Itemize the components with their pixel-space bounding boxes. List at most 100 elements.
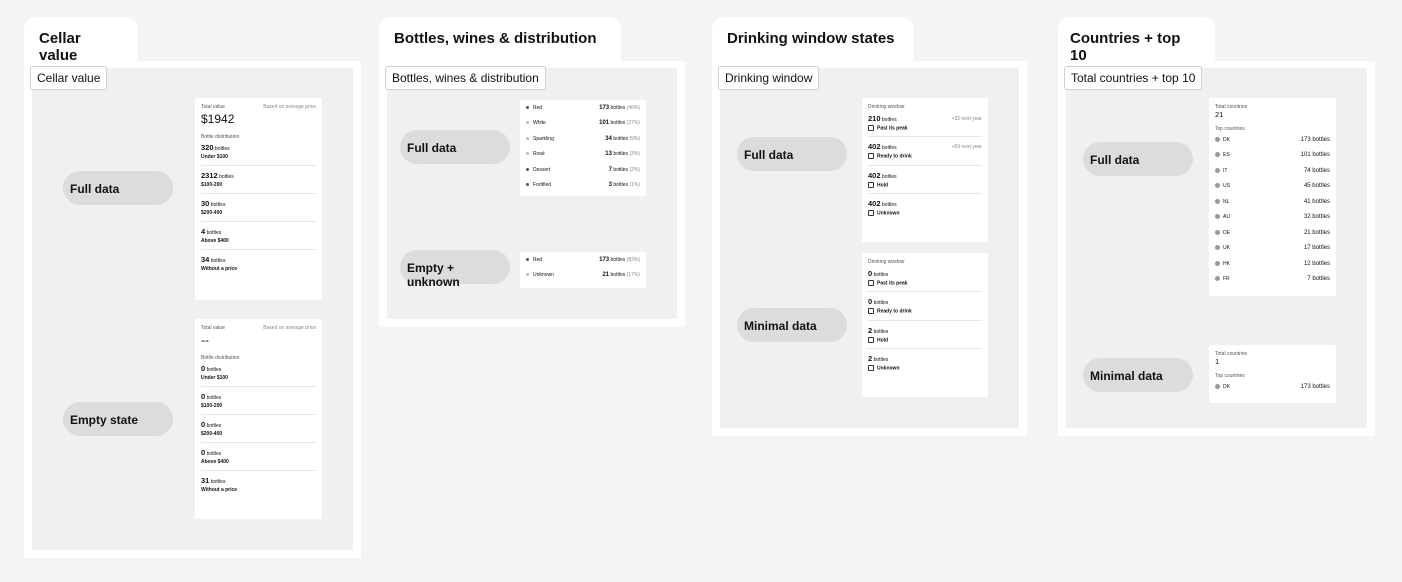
percentage: (17%) (626, 272, 640, 279)
row-header: 0 bottles (868, 269, 982, 278)
country-bottle-count: 7 bottles (1307, 276, 1330, 283)
bottles-label: Bottles, wines & distribution (385, 66, 546, 90)
bottle-count: 2312 bottles (201, 171, 316, 180)
count-unit: bottles (206, 367, 222, 373)
calendar-icon (868, 181, 874, 188)
row-header: 210 bottles +32 next year (868, 114, 982, 123)
count-value: 210 (868, 114, 881, 123)
wine-type-count: 34 bottles (9%) (605, 136, 640, 142)
wine-type: Fortified (526, 182, 551, 188)
window-status: Hold (868, 181, 982, 188)
row-divider (201, 386, 316, 387)
drinking-window-row: 402 bottles Hold (868, 171, 982, 188)
country-code: AU (1223, 214, 1230, 221)
percentage: (1%) (629, 182, 640, 189)
country-code: DE (1223, 229, 1230, 236)
country-rows: DK 173 bottles (1215, 379, 1330, 395)
country-rows: DK 173 bottles ES 101 bottles IT 74 bottles US… (1215, 132, 1330, 287)
calendar-icon (868, 280, 874, 286)
drinking-window-tab[interactable]: Drinking window states (712, 17, 914, 61)
state-minimal-data: Minimal data (1083, 358, 1193, 392)
country-row: AU 32 bottles (1215, 210, 1330, 226)
basis-note: Based on average price (263, 325, 316, 331)
window-status: Ready to drink (868, 308, 982, 315)
bottle-count: 0 bottles (868, 297, 888, 306)
row-divider (868, 164, 982, 166)
count-value: 402 (868, 170, 881, 180)
count-unit: bottles (206, 451, 222, 457)
row-divider (868, 347, 982, 349)
status-label: Unknown (877, 210, 900, 217)
bottle-count: 320 bottles (201, 143, 316, 152)
wine-type-name: Red (533, 104, 543, 111)
wine-color-dot-icon (526, 167, 529, 171)
drinking-window-card-full: Drinking window 210 bottles +32 next year… (862, 98, 988, 242)
wine-type-name: Fortified (533, 182, 552, 189)
wine-type-row: Red 173 bottles (83%) (526, 252, 640, 268)
country: HK (1215, 261, 1230, 267)
wine-type-rows: Red 173 bottles (83%) Unknown 21 bottles (1… (526, 252, 640, 283)
row-divider (868, 192, 982, 194)
country-flag-icon (1215, 245, 1220, 251)
next-year-note: +59 next year (951, 143, 982, 150)
country: ES (1215, 152, 1230, 158)
bottle-count: 30 bottles (201, 199, 316, 208)
country-row: DE 21 bottles (1215, 225, 1330, 241)
bottle-count: 2 bottles (868, 354, 888, 363)
country: FR (1215, 276, 1230, 282)
calendar-icon (868, 308, 874, 315)
wine-type-name: Sparkling (533, 135, 554, 142)
count-value: 4 (201, 227, 206, 236)
row-divider (868, 291, 982, 293)
count-value: 402 (868, 142, 881, 152)
country-flag-icon (1215, 383, 1220, 389)
country-flag-icon (1215, 229, 1220, 235)
country-code: DK (1223, 383, 1230, 390)
count-unit: bottles (206, 423, 222, 429)
country-bottle-count: 41 bottles (1303, 198, 1330, 205)
country-bottle-count: 32 bottles (1303, 214, 1330, 221)
total-value: $1942 (201, 112, 235, 126)
cellar-value-card-empty: Total value Based on average price -- Bo… (195, 319, 322, 519)
wine-type-name: White (533, 120, 546, 127)
country-row: ES 101 bottles (1215, 148, 1330, 164)
drinking-window-rows: 210 bottles +32 next year Past its peak 402… (868, 110, 982, 216)
window-status: Past its peak (868, 125, 982, 131)
count-unit: bottles (613, 151, 629, 158)
cellar-value-tab[interactable]: Cellar value (24, 17, 138, 64)
count-unit: bottles (873, 300, 889, 307)
wine-type: Dessert (526, 167, 550, 173)
wine-type-row: Fortified 3 bottles (1%) (526, 178, 640, 194)
count-value: 101 (599, 120, 610, 127)
country-flag-icon (1215, 276, 1220, 282)
country-flag-icon (1215, 260, 1220, 266)
bottles-tab[interactable]: Bottles, wines & distribution (379, 17, 621, 61)
drinking-window-row: 2 bottles Unknown (868, 354, 982, 371)
row-header: 2 bottles (868, 326, 982, 335)
country-row: IT 74 bottles (1215, 163, 1330, 179)
percentage: (3%) (629, 151, 640, 158)
count-unit: bottles (881, 145, 897, 152)
calendar-icon (868, 125, 874, 131)
row-divider (201, 442, 316, 443)
country-code: NL (1223, 198, 1230, 205)
country-bottle-count: 173 bottles (1300, 136, 1330, 143)
countries-tab[interactable]: Countries + top 10 (1058, 17, 1215, 64)
price-range: Without a price (201, 266, 238, 272)
country-flag-icon (1215, 183, 1220, 189)
row-header: 0 bottles (868, 297, 982, 306)
state-minimal-data: Minimal data (737, 308, 847, 342)
bottle-count: 0 bottles (201, 364, 316, 373)
distribution-row: 4 bottles Above $400 (201, 227, 316, 244)
wine-type-count: 21 bottles (17%) (602, 272, 640, 278)
bottle-count: 0 bottles (868, 269, 888, 278)
count-unit: bottles (873, 272, 889, 278)
country-row: FR 7 bottles (1215, 272, 1330, 288)
row-divider (201, 165, 316, 166)
bottle-count: 210 bottles (868, 114, 897, 123)
cellar-value-label: Cellar value (30, 66, 108, 90)
count-unit: bottles (206, 230, 222, 236)
distribution-row: 31 bottles Without a price (201, 476, 316, 493)
wine-type: Unknown (526, 272, 554, 278)
drinking-window-row: 402 bottles +59 next year Ready to drink (868, 142, 982, 160)
